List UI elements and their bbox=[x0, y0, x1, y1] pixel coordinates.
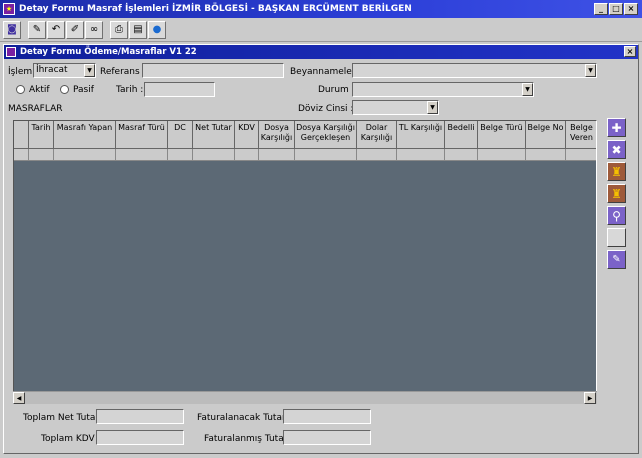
undo-icon: ↶ bbox=[51, 24, 61, 35]
delete-row-button[interactable]: ✖ bbox=[607, 140, 626, 159]
globe-icon: ● bbox=[152, 24, 162, 35]
beyanname-select[interactable]: ▼ bbox=[352, 63, 597, 78]
faturalanmis-field bbox=[283, 430, 371, 445]
col-header[interactable]: Masraf Türü bbox=[116, 121, 168, 149]
col-header[interactable]: Belge Veren bbox=[566, 121, 596, 149]
inner-title: Detay Formu Ödeme/Masraflar V1 22 bbox=[20, 47, 197, 57]
col-header[interactable]: Net Tutar bbox=[193, 121, 235, 149]
blank-button[interactable] bbox=[607, 228, 626, 247]
window-title: Detay Formu Masraf İşlemleri İZMİR BÖLGE… bbox=[19, 4, 412, 14]
islem-select[interactable]: İhracat ▼ bbox=[33, 63, 96, 78]
app-icon: ★ bbox=[3, 3, 15, 15]
clip-icon: ✎ bbox=[612, 254, 621, 265]
col-header[interactable]: Dosya Karşılığı Gerçekleşen bbox=[295, 121, 357, 149]
aktif-label: Aktif bbox=[29, 85, 50, 95]
islem-value: İhracat bbox=[36, 65, 68, 75]
inner-title-bar: Detay Formu Ödeme/Masraflar V1 22 bbox=[4, 45, 638, 59]
doviz-select[interactable]: ▼ bbox=[352, 100, 439, 115]
chevron-down-icon[interactable]: ▼ bbox=[585, 64, 596, 77]
aktif-radio[interactable] bbox=[16, 85, 25, 94]
pasif-label: Pasif bbox=[73, 85, 94, 95]
row-indicator-header bbox=[14, 121, 29, 149]
col-header[interactable]: Tarih bbox=[29, 121, 54, 149]
horizontal-scrollbar[interactable]: ◀ ▶ bbox=[13, 391, 597, 404]
brush-tool-button[interactable]: ✐ bbox=[66, 20, 84, 39]
brush-icon: ✐ bbox=[70, 24, 80, 35]
plus-icon: ✚ bbox=[611, 120, 622, 135]
maximize-button[interactable]: □ bbox=[609, 3, 623, 15]
inner-close-button[interactable]: × bbox=[624, 46, 636, 57]
tarih-label: Tarih : bbox=[116, 85, 144, 95]
pasif-radio[interactable] bbox=[60, 85, 69, 94]
toolbar: ◙ ✎ ↶ ✐ ∞ ⎙ ▤ ● bbox=[0, 18, 642, 42]
masraflar-grid[interactable]: Tarih Masrafı Yapan Masraf Türü DC Net T… bbox=[13, 120, 597, 404]
durum-label: Durum : bbox=[318, 85, 355, 95]
globe-tool-button[interactable]: ● bbox=[148, 20, 166, 39]
add-row-button[interactable]: ✚ bbox=[607, 118, 626, 137]
durum-select[interactable]: ▼ bbox=[352, 82, 534, 97]
chevron-down-icon[interactable]: ▼ bbox=[84, 64, 95, 77]
exit-tool-button[interactable]: ◙ bbox=[3, 20, 21, 39]
tarih-input[interactable] bbox=[144, 82, 215, 97]
print-preview-icon: ▤ bbox=[133, 24, 143, 35]
notes-button[interactable]: ✎ bbox=[607, 250, 626, 269]
close-button[interactable]: × bbox=[624, 3, 638, 15]
chevron-down-icon[interactable]: ▼ bbox=[522, 83, 533, 96]
save-button[interactable]: ♜ bbox=[607, 162, 626, 181]
chevron-down-icon[interactable]: ▼ bbox=[427, 101, 438, 114]
copy-button[interactable]: ♜ bbox=[607, 184, 626, 203]
x-icon: ✖ bbox=[611, 142, 622, 157]
doviz-label: Döviz Cinsi : bbox=[298, 104, 354, 114]
binoculars-icon: ∞ bbox=[89, 24, 99, 35]
scroll-left-button[interactable]: ◀ bbox=[13, 392, 25, 404]
toplam-net-field bbox=[96, 409, 184, 424]
minimize-button[interactable]: _ bbox=[594, 3, 608, 15]
toplam-kdv-field bbox=[96, 430, 184, 445]
col-header[interactable]: Bedelli bbox=[445, 121, 478, 149]
print-tool-button[interactable]: ⎙ bbox=[110, 20, 128, 39]
toplam-kdv-label: Toplam KDV : bbox=[41, 434, 101, 444]
people-icon: ♜ bbox=[611, 186, 622, 201]
printer-icon: ⎙ bbox=[115, 24, 123, 35]
beyanname-label: Beyannameler : bbox=[290, 67, 362, 77]
people-icon: ♜ bbox=[611, 164, 622, 179]
col-header[interactable]: Dosya Karşılığı bbox=[259, 121, 295, 149]
col-header[interactable]: TL Karşılığı bbox=[397, 121, 445, 149]
preview-tool-button[interactable]: ▤ bbox=[129, 20, 147, 39]
door-icon: ◙ bbox=[7, 24, 17, 35]
form-icon bbox=[6, 47, 16, 57]
col-header[interactable]: Dolar Karşılığı bbox=[357, 121, 397, 149]
faturalanacak-field bbox=[283, 409, 371, 424]
faturalanacak-label: Faturalanacak Tutar : bbox=[197, 413, 292, 423]
referans-input[interactable] bbox=[142, 63, 284, 78]
col-header[interactable]: Belge No bbox=[526, 121, 566, 149]
faturalanmis-label: Faturalanmış Tutar : bbox=[204, 434, 294, 444]
search-icon: ⚲ bbox=[612, 208, 621, 223]
undo-tool-button[interactable]: ↶ bbox=[47, 20, 65, 39]
search-button[interactable]: ⚲ bbox=[607, 206, 626, 225]
col-header[interactable]: Masrafı Yapan bbox=[54, 121, 116, 149]
referans-label: Referans : bbox=[100, 67, 146, 77]
edit-tool-button[interactable]: ✎ bbox=[28, 20, 46, 39]
grid-header: Tarih Masrafı Yapan Masraf Türü DC Net T… bbox=[14, 121, 596, 149]
pencil-icon: ✎ bbox=[32, 24, 42, 35]
detail-form-window: Detay Formu Ödeme/Masraflar V1 22 × İşle… bbox=[3, 44, 639, 454]
col-header[interactable]: DC bbox=[168, 121, 193, 149]
scroll-right-button[interactable]: ▶ bbox=[584, 392, 596, 404]
table-row[interactable] bbox=[14, 149, 596, 161]
find-tool-button[interactable]: ∞ bbox=[85, 20, 103, 39]
masraflar-label: MASRAFLAR bbox=[8, 104, 63, 114]
toplam-net-label: Toplam Net Tutar : bbox=[23, 413, 105, 423]
col-header[interactable]: Belge Türü bbox=[478, 121, 526, 149]
window-title-bar: ★ Detay Formu Masraf İşlemleri İZMİR BÖL… bbox=[0, 0, 642, 18]
col-header[interactable]: KDV bbox=[235, 121, 259, 149]
